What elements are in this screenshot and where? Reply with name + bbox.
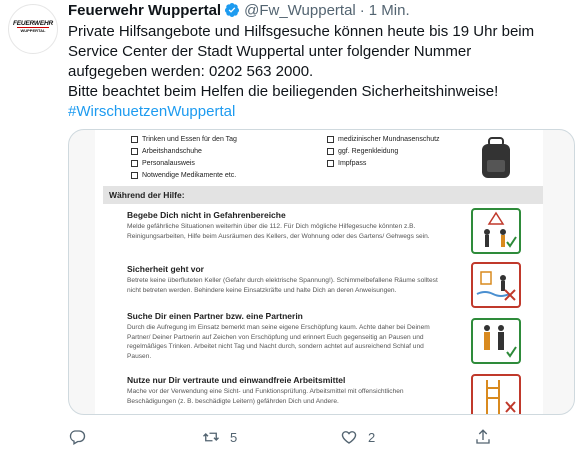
tweet-image[interactable]: Trinken und Essen für den Tag Arbeitshan…: [68, 129, 575, 415]
checkbox-icon: [327, 148, 334, 155]
item-text: Melde gefährliche Situationen weiterhin …: [127, 223, 430, 240]
separator: ·: [359, 1, 365, 19]
flooded-cellar-pictogram-icon: [471, 262, 521, 308]
item-title: Begebe Dich nicht in Gefahrenbereiche: [127, 210, 286, 220]
checkbox-icon: [327, 136, 334, 143]
checklist-item: Notwendige Medikamente etc.: [131, 172, 236, 179]
hashtag-link[interactable]: #WirschuetzenWuppertal: [68, 102, 573, 122]
share-icon: [476, 429, 490, 444]
section-header: Während der Hilfe:: [103, 186, 543, 204]
tweet-line-4: Bitte beachtet beim Helfen die beiliegen…: [68, 83, 499, 100]
checkbox-icon: [131, 160, 138, 167]
heart-icon: [341, 431, 357, 444]
retweet-icon: [203, 432, 219, 442]
verified-badge-icon: [225, 3, 240, 17]
reply-icon: [69, 430, 86, 445]
checklist-item: Trinken und Essen für den Tag: [131, 136, 237, 143]
retweet-button[interactable]: 5: [202, 428, 237, 446]
tweet-actions: 5 2: [68, 428, 573, 450]
checklist-item: medizinischer Mundnasenschutz: [327, 136, 440, 143]
safety-document: Trinken und Essen für den Tag Arbeitshan…: [95, 130, 543, 414]
avatar-logo-subtext: WUPPERTAL: [20, 28, 46, 33]
avatar[interactable]: FEUERWEHR WUPPERTAL: [8, 4, 58, 54]
checklist-item: ggf. Regenkleidung: [327, 148, 398, 155]
checkbox-icon: [327, 160, 334, 167]
checklist-item: Arbeitshandschuhe: [131, 148, 202, 155]
checkbox-icon: [131, 172, 138, 179]
tweet-line-3: aufgegeben werden: 0202 563 2000.: [68, 63, 314, 80]
tweet-line-2: Service Center der Stadt Wuppertal unter…: [68, 43, 472, 60]
author-handle[interactable]: @Fw_Wuppertal: [244, 2, 356, 19]
checkbox-icon: [131, 148, 138, 155]
share-button[interactable]: [474, 428, 492, 446]
like-count: 2: [368, 429, 376, 445]
retweet-count: 5: [230, 429, 238, 445]
checkbox-icon: [131, 136, 138, 143]
author-name[interactable]: Feuerwehr Wuppertal: [68, 2, 221, 19]
checklist-item: Impfpass: [327, 160, 366, 167]
reply-button[interactable]: [68, 428, 96, 446]
item-title: Nutze nur Dir vertraute und einwandfreie…: [127, 375, 346, 385]
checklist-item: Personalausweis: [131, 160, 195, 167]
tweet-header: Feuerwehr Wuppertal @Fw_Wuppertal · 1 Mi…: [68, 0, 410, 20]
item-text: Durch die Aufregung im Einsatz bemerkt m…: [127, 324, 430, 360]
danger-zone-pictogram-icon: [471, 208, 521, 254]
item-text: Betrete keine überfluteten Keller (Gefah…: [127, 277, 438, 294]
broken-ladder-pictogram-icon: [471, 374, 521, 414]
partner-pictogram-icon: [471, 318, 521, 364]
avatar-logo-text: FEUERWEHR: [13, 20, 53, 27]
tweet-line-1: Private Hilfsangebote und Hilfsgesuche k…: [68, 23, 535, 40]
item-text: Mache vor der Verwendung eine Sicht- und…: [127, 388, 404, 405]
like-button[interactable]: 2: [340, 428, 375, 446]
tweet-text: Private Hilfsangebote und Hilfsgesuche k…: [68, 22, 573, 122]
item-title: Sicherheit geht vor: [127, 264, 204, 274]
item-title: Suche Dir einen Partner bzw. eine Partne…: [127, 311, 303, 321]
timestamp[interactable]: 1 Min.: [369, 2, 410, 19]
backpack-icon: [482, 137, 510, 178]
